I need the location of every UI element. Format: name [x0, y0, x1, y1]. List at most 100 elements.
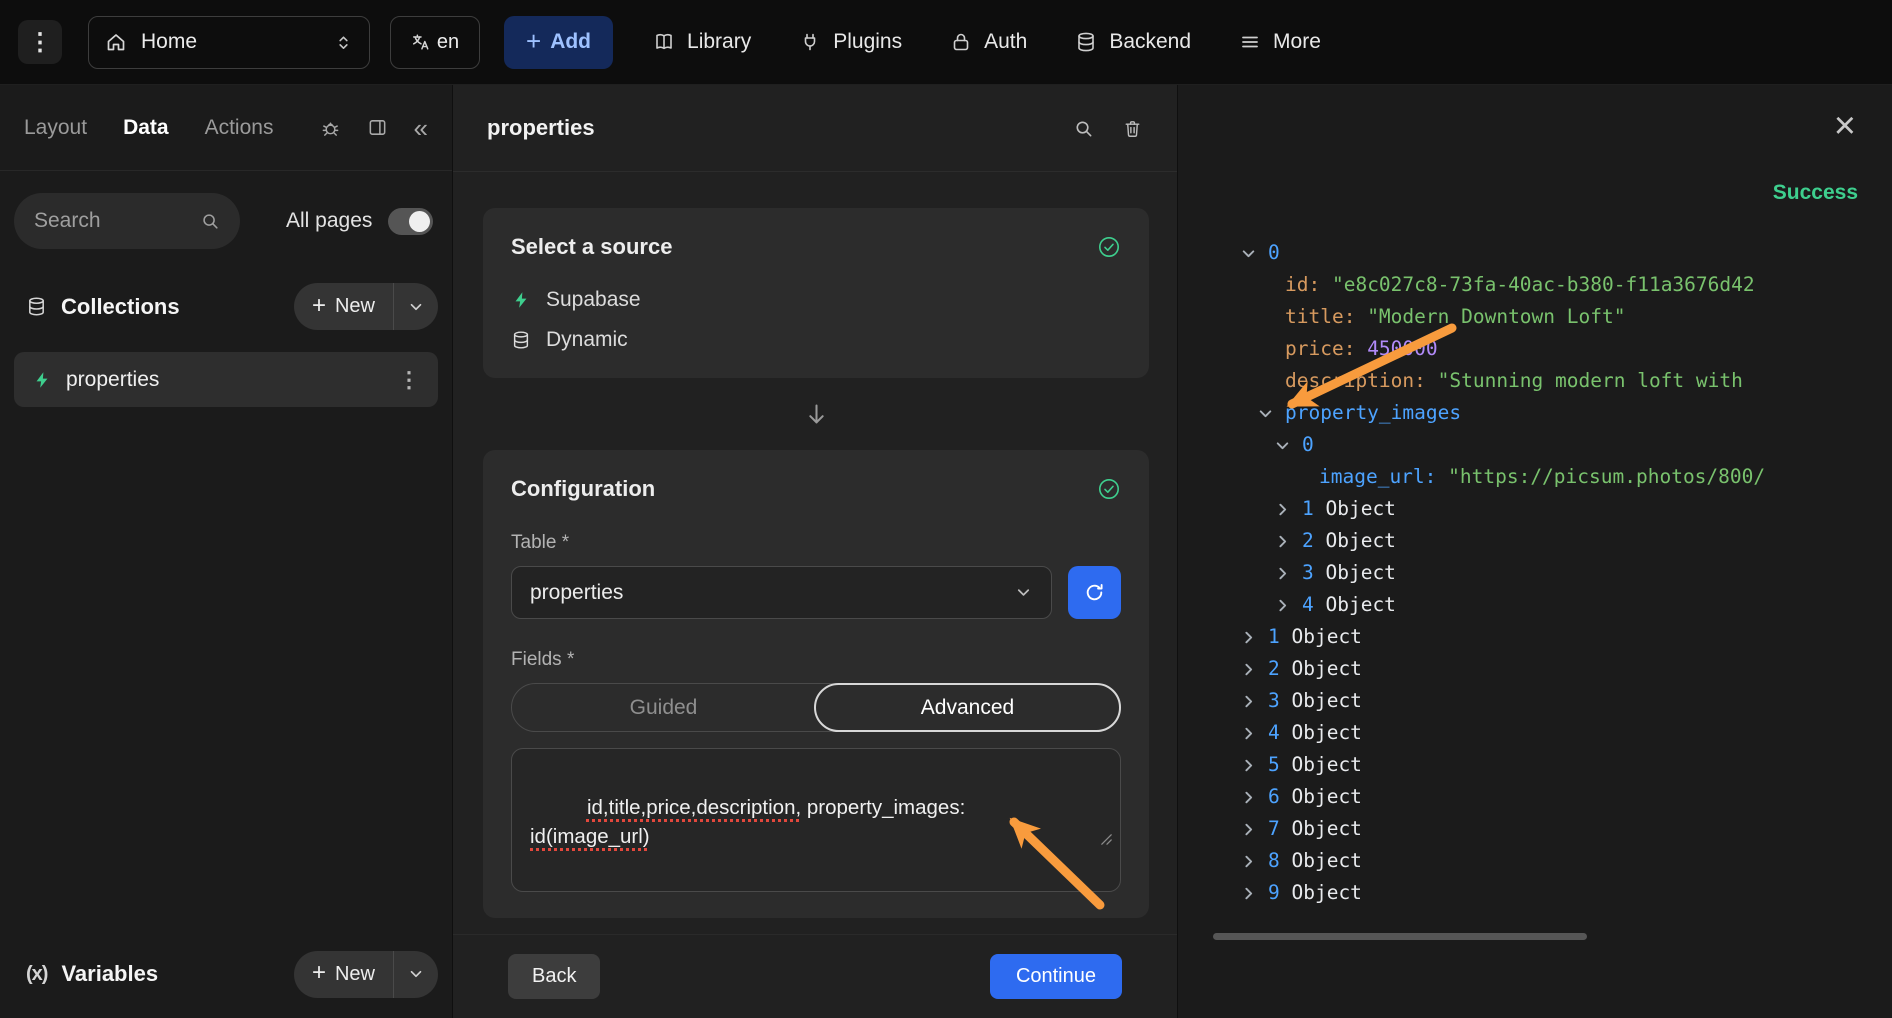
app-menu-button[interactable]: ⋮	[18, 20, 62, 64]
source-provider-label: Supabase	[546, 288, 641, 312]
search-icon	[200, 211, 220, 231]
editor-title: properties	[487, 115, 595, 141]
chevron-down-icon[interactable]	[1257, 398, 1285, 430]
chevron-right-icon[interactable]	[1240, 686, 1268, 718]
chevron-right-icon[interactable]	[1240, 622, 1268, 654]
json-tree-row: property_images	[1178, 397, 1892, 429]
nav-plugins[interactable]: Plugins	[799, 30, 902, 54]
json-token: 6	[1268, 785, 1291, 808]
close-icon[interactable]: ×	[1834, 107, 1856, 145]
collection-item-properties[interactable]: properties ⋮	[14, 352, 438, 407]
collapse-sidebar-icon[interactable]: «	[414, 115, 428, 141]
database-icon	[1075, 31, 1097, 53]
chevron-right-icon[interactable]	[1240, 718, 1268, 750]
chevron-down-icon[interactable]	[394, 283, 438, 330]
json-token: price:	[1285, 337, 1367, 360]
nav-library[interactable]: Library	[653, 30, 751, 54]
bug-icon[interactable]	[320, 117, 341, 138]
json-tree-row: 9 Object	[1178, 877, 1892, 909]
tab-data[interactable]: Data	[123, 116, 169, 140]
continue-button[interactable]: Continue	[990, 954, 1122, 999]
table-select[interactable]: properties	[511, 566, 1052, 619]
json-tree-row: 6 Object	[1178, 781, 1892, 813]
plus-icon: +	[526, 28, 541, 54]
refresh-icon	[1083, 581, 1106, 604]
tab-actions[interactable]: Actions	[205, 116, 274, 140]
collections-new-button[interactable]: + New	[294, 283, 438, 330]
plus-icon: +	[312, 294, 326, 318]
horizontal-scrollbar[interactable]	[1213, 933, 1587, 940]
search-input[interactable]: Search	[14, 193, 240, 249]
sidebar-search-row: Search All pages	[0, 171, 452, 249]
variables-new-button[interactable]: + New	[294, 951, 438, 998]
json-tree-row: 4 Object	[1178, 589, 1892, 621]
arrow-down-icon	[803, 401, 830, 428]
json-token: 0	[1268, 241, 1280, 264]
resize-grip-icon[interactable]	[1031, 796, 1114, 885]
chevron-down-icon[interactable]	[394, 951, 438, 998]
tab-layout[interactable]: Layout	[24, 116, 87, 140]
source-provider-row: Supabase	[511, 288, 1121, 312]
chevron-right-icon[interactable]	[1274, 526, 1302, 558]
home-icon	[105, 31, 127, 53]
translate-icon	[411, 32, 431, 52]
chevron-right-icon[interactable]	[1274, 590, 1302, 622]
refresh-table-button[interactable]	[1068, 566, 1121, 619]
fields-input-segment: id,title,price,description,	[587, 796, 801, 819]
editor-header: properties	[453, 85, 1177, 172]
sidebar-tabs: Layout Data Actions «	[0, 85, 452, 171]
back-button[interactable]: Back	[508, 954, 600, 999]
fields-mode-segmented-control: Guided Advanced	[511, 683, 1121, 732]
search-icon[interactable]	[1073, 118, 1094, 139]
json-token: 0	[1302, 433, 1314, 456]
flow-step-connector	[483, 396, 1149, 432]
page-selector[interactable]: Home	[88, 16, 370, 69]
segment-guided[interactable]: Guided	[512, 684, 815, 731]
trash-icon[interactable]	[1122, 118, 1143, 139]
chevron-down-icon[interactable]	[1274, 430, 1302, 462]
source-mode-row: Dynamic	[511, 328, 1121, 352]
json-token: 4	[1302, 593, 1325, 616]
fields-input[interactable]: id,title,price,description, property_ima…	[511, 748, 1121, 892]
chevron-right-icon[interactable]	[1274, 494, 1302, 526]
chevron-down-icon[interactable]	[1240, 238, 1268, 270]
json-tree-row: 2 Object	[1178, 653, 1892, 685]
panel-layout-icon[interactable]	[367, 117, 388, 138]
json-token: title:	[1285, 305, 1367, 328]
nav-backend[interactable]: Backend	[1075, 30, 1191, 54]
chevron-right-icon[interactable]	[1274, 558, 1302, 590]
chevron-right-icon[interactable]	[1240, 814, 1268, 846]
json-token: Object	[1291, 753, 1361, 776]
json-tree-row: 1 Object	[1178, 493, 1892, 525]
status-badge: Success	[1773, 181, 1858, 205]
chevron-right-icon[interactable]	[1240, 654, 1268, 686]
fields-field-label: Fields *	[511, 649, 1121, 671]
chevron-right-icon[interactable]	[1240, 878, 1268, 910]
chevron-right-icon[interactable]	[1240, 782, 1268, 814]
result-preview-panel: × Success 0id: "e8c027c8-73fa-40ac-b380-…	[1177, 85, 1892, 1018]
chevron-right-icon[interactable]	[1240, 846, 1268, 878]
table-select-value: properties	[530, 581, 623, 605]
hamburger-menu-icon	[1239, 31, 1261, 53]
language-selector[interactable]: en	[390, 16, 480, 69]
search-placeholder: Search	[34, 209, 101, 233]
chevron-right-icon[interactable]	[1240, 750, 1268, 782]
add-button[interactable]: + Add	[504, 16, 613, 69]
json-tree-row: 0	[1178, 237, 1892, 269]
json-tree-row: title: "Modern Downtown Loft"	[1178, 301, 1892, 333]
nav-more[interactable]: More	[1239, 30, 1321, 54]
json-token: 3	[1268, 689, 1291, 712]
json-tree-row: price: 450000	[1178, 333, 1892, 365]
collections-title: Collections	[61, 294, 180, 320]
table-field-label: Table *	[511, 532, 1121, 554]
json-token: image_url:	[1319, 465, 1448, 488]
all-pages-toggle[interactable]	[388, 208, 433, 235]
configuration-card: Configuration Table * properties	[483, 450, 1149, 918]
page-selector-label: Home	[141, 30, 197, 54]
segment-advanced[interactable]: Advanced	[814, 683, 1121, 732]
nav-auth[interactable]: Auth	[950, 30, 1027, 54]
database-icon	[26, 296, 47, 317]
item-kebab-menu-icon[interactable]: ⋮	[398, 367, 420, 393]
kebab-menu-icon: ⋮	[28, 28, 52, 57]
fields-input-segment: id(image_url)	[530, 825, 650, 848]
